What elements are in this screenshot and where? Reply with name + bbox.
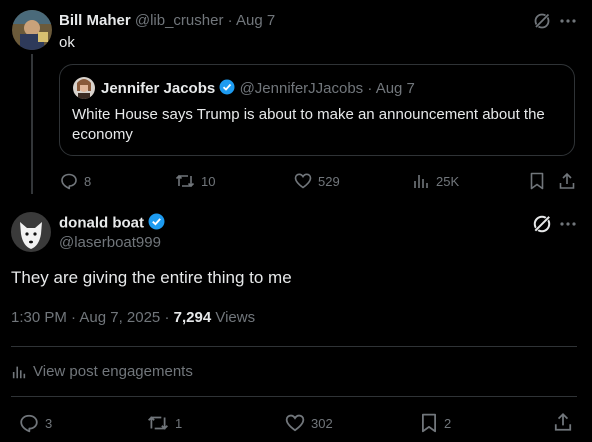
repost-count: 10 — [201, 173, 216, 189]
repost-icon — [175, 174, 195, 188]
like-count: 302 — [311, 415, 333, 431]
views-count: 7,294 — [173, 309, 212, 326]
heart-icon — [285, 414, 305, 432]
view-engagements-link[interactable]: View post engagements — [11, 363, 193, 380]
views-button[interactable]: 25K — [412, 172, 459, 190]
avatar-bill-maher[interactable] — [12, 10, 52, 50]
author-name[interactable]: Jennifer Jacobs — [101, 80, 215, 97]
like-button[interactable]: 529 — [294, 172, 340, 190]
divider — [11, 346, 577, 347]
post-metadata: 1:30 PM · Aug 7, 2025 · 7,294 Views — [11, 309, 256, 326]
view-engagements-label: View post engagements — [33, 363, 193, 380]
reply-count: 3 — [45, 415, 53, 431]
grok-icon[interactable] — [532, 214, 552, 234]
reply-post-text: ok — [59, 34, 75, 51]
verified-badge-icon — [148, 213, 165, 234]
repost-icon — [148, 416, 168, 430]
post-time[interactable]: Aug 7 — [236, 12, 275, 29]
verified-badge-icon — [219, 79, 235, 99]
grok-icon[interactable] — [533, 12, 551, 30]
bookmark-count: 2 — [444, 415, 452, 431]
quoted-post-card[interactable]: Jennifer Jacobs @JenniferJJacobs · Aug 7… — [59, 64, 575, 156]
reply-icon — [61, 173, 77, 190]
bookmark-button[interactable]: 2 — [420, 413, 451, 433]
repost-button[interactable]: 1 — [147, 413, 182, 433]
views-label: Views — [215, 309, 256, 326]
heart-icon — [294, 173, 312, 189]
reply-button[interactable]: 3 — [19, 413, 52, 433]
author-name[interactable]: Bill Maher — [59, 12, 131, 29]
author-handle[interactable]: @lib_crusher — [135, 12, 224, 29]
reply-post-header: Bill Maher @lib_crusher · Aug 7 — [59, 12, 276, 29]
bookmark-icon[interactable] — [529, 172, 545, 190]
quoted-post-text-line: economy — [72, 126, 133, 143]
repost-button[interactable]: 10 — [175, 172, 215, 190]
quoted-post-header: Jennifer Jacobs @JenniferJJacobs · Aug 7 — [101, 79, 415, 99]
like-button[interactable]: 302 — [285, 413, 333, 433]
more-options-icon[interactable] — [559, 12, 577, 30]
share-icon[interactable] — [553, 412, 573, 432]
avatar-jennifer-jacobs[interactable] — [73, 77, 95, 99]
reply-button[interactable]: 8 — [60, 172, 91, 190]
like-count: 529 — [318, 173, 340, 189]
author-name[interactable]: donald boat — [59, 214, 144, 231]
reply-icon — [20, 414, 38, 433]
author-handle[interactable]: @JenniferJJacobs — [240, 80, 364, 97]
divider — [11, 396, 577, 397]
post-timestamp[interactable]: 1:30 PM · Aug 7, 2025 — [11, 309, 160, 326]
views-count: 25K — [436, 173, 460, 189]
author-handle[interactable]: @laserboat999 — [59, 234, 161, 251]
more-options-icon[interactable] — [559, 215, 577, 233]
bookmark-icon — [421, 413, 436, 433]
main-post-author: donald boat — [59, 213, 165, 234]
quoted-post-text: White House says Trump is about to make … — [72, 105, 568, 145]
post-time[interactable]: Aug 7 — [376, 80, 415, 97]
avatar-donald-boat[interactable] — [11, 212, 51, 252]
thread-line — [31, 54, 33, 194]
share-icon[interactable] — [558, 172, 576, 190]
main-post-text: They are giving the entire thing to me — [11, 268, 292, 287]
reply-count: 8 — [84, 173, 92, 189]
analytics-icon — [12, 366, 26, 378]
quoted-post-text-line: White House says Trump is about to make … — [72, 106, 545, 123]
analytics-icon — [414, 175, 428, 188]
repost-count: 1 — [175, 415, 183, 431]
